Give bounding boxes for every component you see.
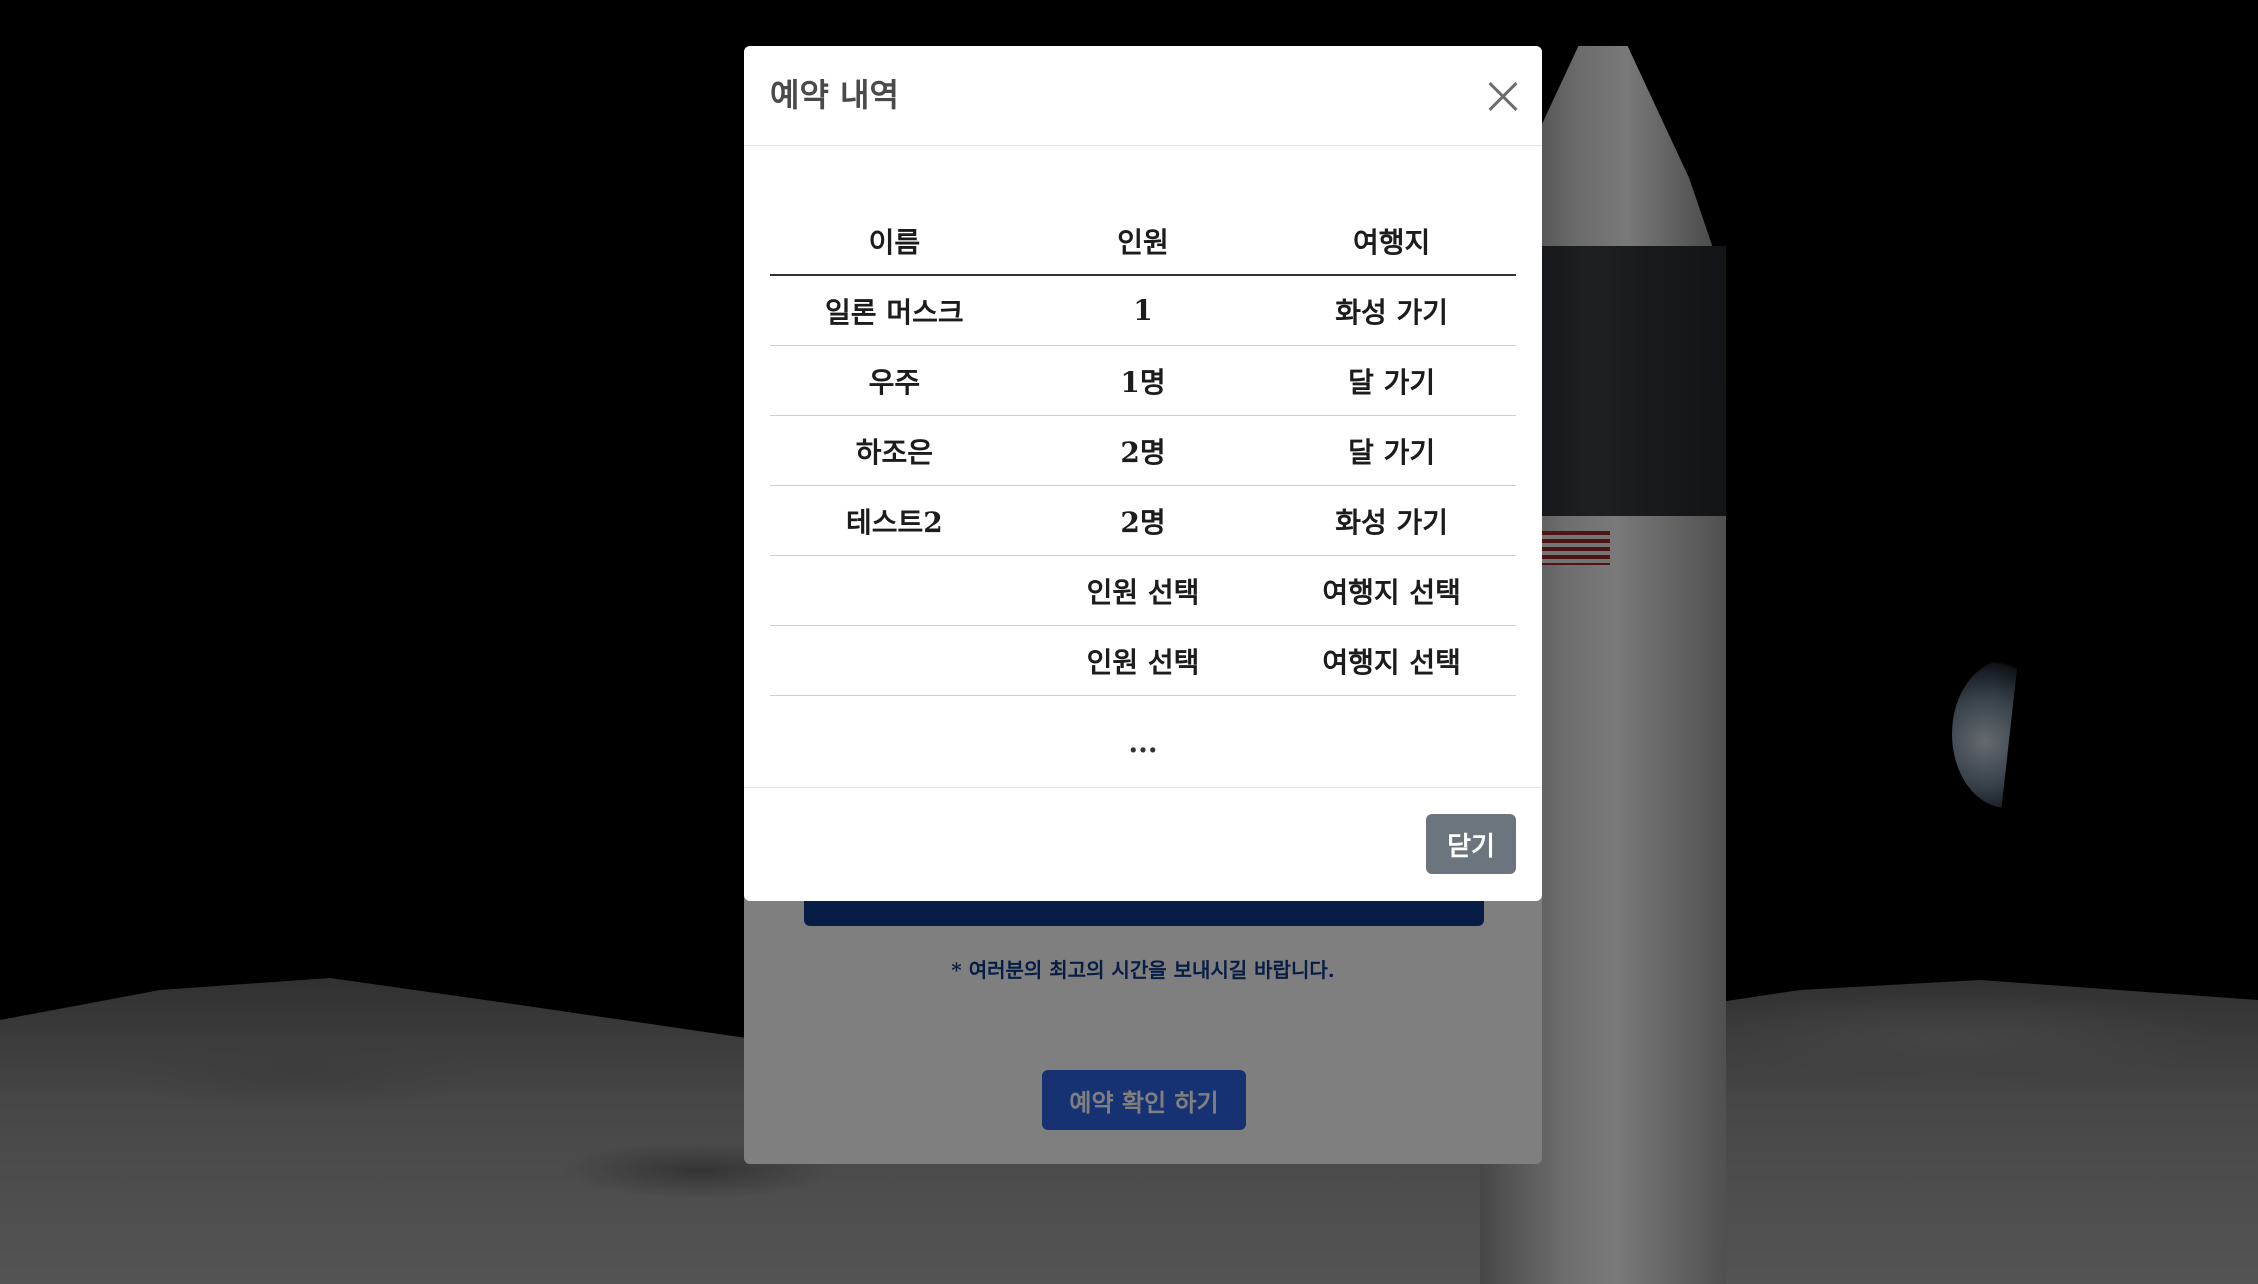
- more-indicator: ...: [1128, 726, 1158, 759]
- cell-people: 인원 선택: [1018, 555, 1268, 626]
- cell-destination: 여행지 선택: [1267, 555, 1516, 626]
- table-row: 일론 머스크 1 화성 가기: [770, 275, 1516, 346]
- cell-name: 우주: [770, 345, 1019, 416]
- column-header-people: 인원: [1018, 208, 1268, 276]
- reservation-table-wrapper: 이름 인원 여행지 일론 머스크 1 화성 가기 우주 1명 달 가기 하조은: [770, 208, 1516, 696]
- cell-destination: 달 가기: [1267, 345, 1516, 416]
- close-button[interactable]: 닫기: [1426, 814, 1516, 874]
- cell-name: [770, 625, 1019, 696]
- table-row: 인원 선택 여행지 선택: [770, 555, 1516, 626]
- cell-people: 인원 선택: [1018, 625, 1268, 696]
- table-row: 인원 선택 여행지 선택: [770, 625, 1516, 696]
- modal-footer: 닫기: [744, 787, 1542, 901]
- modal-title: 예약 내역: [770, 76, 899, 114]
- cell-destination: 여행지 선택: [1267, 625, 1516, 696]
- table-row: 우주 1명 달 가기: [770, 345, 1516, 416]
- cell-name: [770, 555, 1019, 626]
- cell-people: 2명: [1018, 415, 1268, 486]
- cell-name: 테스트2: [770, 485, 1019, 556]
- close-icon[interactable]: [1482, 76, 1524, 118]
- cell-name: 하조은: [770, 415, 1019, 486]
- reservation-table: 이름 인원 여행지 일론 머스크 1 화성 가기 우주 1명 달 가기 하조은: [770, 208, 1516, 696]
- cell-people: 2명: [1018, 485, 1268, 556]
- table-row: 테스트2 2명 화성 가기: [770, 485, 1516, 556]
- column-header-destination: 여행지: [1267, 208, 1516, 276]
- reservation-history-modal: 예약 내역 이름 인원 여행지 일론 머스크 1 화성 가기 우주 1명 달 가…: [744, 46, 1542, 901]
- modal-header: 예약 내역: [744, 46, 1542, 146]
- cell-people: 1명: [1018, 345, 1268, 416]
- table-header-row: 이름 인원 여행지: [770, 208, 1516, 276]
- cell-destination: 화성 가기: [1267, 485, 1516, 556]
- cell-name: 일론 머스크: [770, 275, 1019, 346]
- table-row: 하조은 2명 달 가기: [770, 415, 1516, 486]
- column-header-name: 이름: [770, 208, 1019, 276]
- cell-destination: 달 가기: [1267, 415, 1516, 486]
- cell-people: 1: [1018, 275, 1268, 346]
- cell-destination: 화성 가기: [1267, 275, 1516, 346]
